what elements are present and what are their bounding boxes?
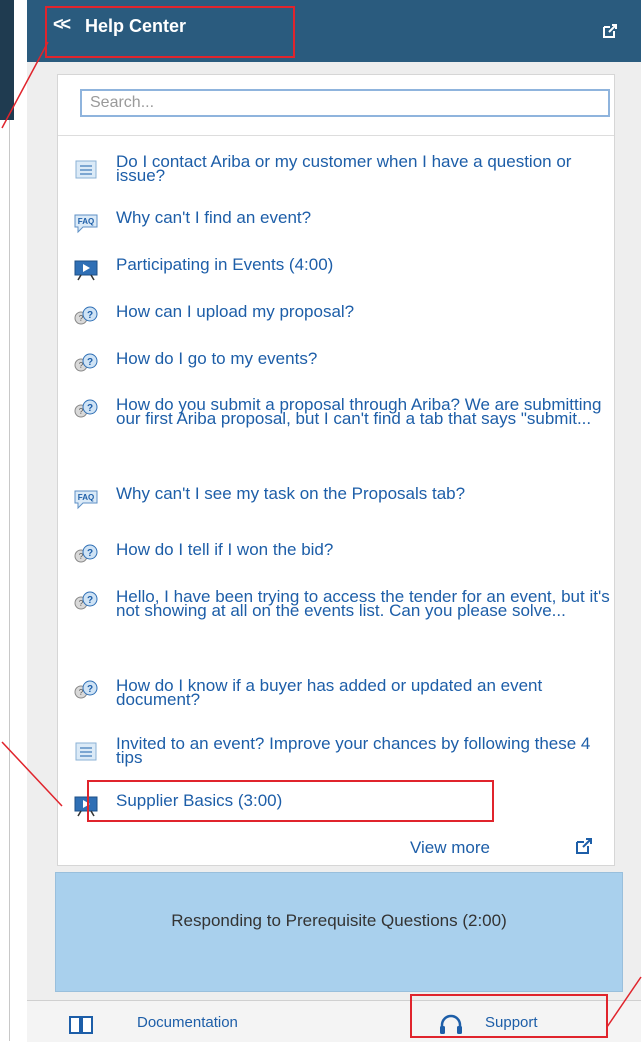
question-people-icon: ? ?	[74, 306, 98, 325]
question-people-icon: ? ?	[74, 353, 98, 372]
help-item-text: How can I upload my proposal?	[116, 302, 355, 321]
book-icon[interactable]	[69, 1016, 93, 1034]
faq-icon: FAQ	[74, 490, 98, 510]
help-item-text: Do I contact Ariba or my customer when I…	[116, 152, 572, 185]
svg-text:FAQ: FAQ	[78, 493, 94, 502]
document-icon	[75, 160, 97, 179]
help-item-text: Invited to an event? Improve your chance…	[116, 734, 591, 767]
svg-text:?: ?	[87, 310, 93, 321]
document-icon	[75, 742, 97, 761]
highlight-box-supplier-basics	[87, 780, 494, 822]
video-icon	[74, 260, 98, 281]
help-topics-list: Do I contact Ariba or my customer when I…	[57, 74, 615, 866]
highlight-box-support	[410, 994, 608, 1038]
svg-text:?: ?	[87, 684, 93, 695]
external-link-icon[interactable]	[603, 24, 617, 38]
question-people-icon: ? ?	[74, 544, 98, 563]
svg-text:FAQ: FAQ	[78, 217, 94, 226]
external-link-icon[interactable]	[576, 838, 592, 854]
help-item-text: Why can't I see my task on the Proposals…	[116, 484, 466, 503]
help-item-text: How do I know if a buyer has added or up…	[116, 676, 543, 709]
question-people-icon: ? ?	[74, 399, 98, 418]
help-item-text: Hello, I have been trying to access the …	[116, 587, 610, 620]
help-center-panel: << Help Center Do I contact Ariba or my …	[27, 0, 641, 1042]
left-edge-strip	[0, 0, 14, 1041]
faq-icon: FAQ	[74, 214, 98, 234]
help-item-text: How do I tell if I won the bid?	[116, 540, 334, 559]
question-people-icon: ? ?	[74, 680, 98, 699]
help-item-text: Why can't I find an event?	[116, 208, 312, 227]
svg-text:?: ?	[87, 403, 93, 414]
svg-text:?: ?	[87, 548, 93, 559]
documentation-link[interactable]: Documentation	[137, 1014, 238, 1031]
search-input[interactable]	[80, 89, 610, 117]
view-more-link[interactable]: View more	[410, 838, 490, 858]
search-area	[58, 75, 614, 136]
featured-video-card[interactable]: Responding to Prerequisite Questions (2:…	[55, 872, 623, 992]
left-edge-dark-block	[0, 0, 14, 120]
svg-text:?: ?	[87, 357, 93, 368]
highlight-box-help-center	[45, 6, 295, 58]
featured-video-title: Responding to Prerequisite Questions (2:…	[171, 911, 507, 930]
left-edge-divider	[9, 120, 10, 1041]
help-item-text: How do I go to my events?	[116, 349, 318, 368]
svg-text:?: ?	[87, 595, 93, 606]
help-item-text: Participating in Events (4:00)	[116, 255, 334, 274]
help-item-text: How do you submit a proposal through Ari…	[116, 395, 602, 428]
question-people-icon: ? ?	[74, 591, 98, 610]
